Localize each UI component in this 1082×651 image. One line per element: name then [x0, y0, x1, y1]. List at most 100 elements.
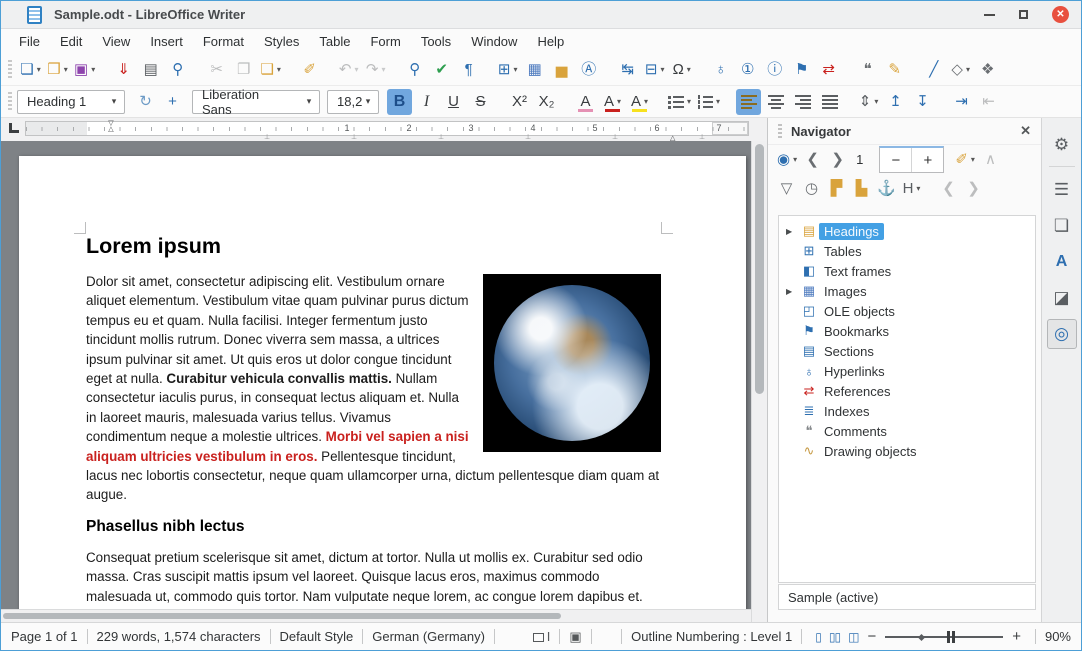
line-spacing-dropdown-arrow[interactable]: ▾	[874, 97, 878, 106]
font-name-combo[interactable]: Liberation Sans	[192, 90, 320, 114]
menu-styles[interactable]: Styles	[254, 31, 309, 52]
navigator-item-bookmarks[interactable]: ⚑Bookmarks	[779, 321, 1035, 341]
insert-special-character-button[interactable]: Ω▾	[669, 57, 694, 83]
insert-image-button[interactable]: ▦	[522, 57, 547, 83]
previous-button[interactable]: ❮	[801, 147, 824, 173]
menu-form[interactable]: Form	[360, 31, 410, 52]
spelling-button[interactable]: ✔	[429, 57, 454, 83]
chevron-down-icon[interactable]	[358, 91, 378, 113]
zoom-out-button[interactable]: −	[862, 628, 881, 645]
font-color-button[interactable]: A▾	[600, 89, 625, 115]
navigator-item-tables[interactable]: ⊞Tables	[779, 241, 1035, 261]
clear-direct-formatting-button[interactable]: A	[573, 89, 598, 115]
align-right-button[interactable]	[790, 89, 815, 115]
ordered-list-button[interactable]: ▾	[695, 89, 722, 115]
insert-line-button[interactable]: ╱	[921, 57, 946, 83]
properties-deck-icon[interactable]: ☰	[1047, 175, 1077, 205]
paragraph-style-combo[interactable]: Heading 1	[17, 90, 125, 114]
drag-mode-button[interactable]: ✐▾	[953, 147, 977, 173]
navigator-item-headings[interactable]: ▶▤Headings	[779, 221, 1035, 241]
insert-field-button[interactable]: ⊟▾	[642, 57, 667, 83]
save-dropdown-arrow[interactable]: ▾	[91, 65, 95, 74]
zoom-in-button[interactable]: +	[1007, 628, 1026, 645]
subscript-button[interactable]: X₂	[534, 89, 559, 115]
navigator-item-text-frames[interactable]: ◧Text frames	[779, 261, 1035, 281]
page-deck-icon[interactable]: ❏	[1047, 211, 1077, 241]
anchor-text-button[interactable]: ⚓	[875, 176, 898, 202]
update-style-button[interactable]: ↻	[133, 89, 158, 115]
paste-button[interactable]: ❑▾	[258, 57, 283, 83]
spin-plus-button[interactable]: +	[912, 148, 943, 172]
increase-paragraph-spacing-button[interactable]: ↥	[883, 89, 908, 115]
navigate-by-button[interactable]: ◉▾	[775, 147, 799, 173]
menu-file[interactable]: File	[9, 31, 50, 52]
footer-button[interactable]: ▙	[850, 176, 873, 202]
zoom-slider[interactable]	[885, 630, 1003, 644]
show-draw-functions-button[interactable]: ❖	[975, 57, 1000, 83]
underline-button[interactable]: U	[441, 89, 466, 115]
menu-tools[interactable]: Tools	[411, 31, 461, 52]
next-button[interactable]: ❯	[826, 147, 849, 173]
close-icon[interactable]: ✕	[1020, 123, 1031, 139]
redo-dropdown-arrow[interactable]: ▾	[381, 65, 385, 74]
increase-indent-button[interactable]: ⇥	[949, 89, 974, 115]
drag-mode-dropdown-arrow[interactable]: ▾	[971, 155, 975, 164]
header-button[interactable]: ▛	[825, 176, 848, 202]
font-color-dropdown-arrow[interactable]: ▾	[617, 97, 621, 106]
styles-deck-icon[interactable]: A	[1047, 247, 1077, 277]
bold-button[interactable]: B	[387, 89, 412, 115]
heading-levels-button[interactable]: H▾	[900, 176, 923, 202]
new-style-button[interactable]: +	[160, 89, 185, 115]
insert-hyperlink-button[interactable]: ♁	[708, 57, 733, 83]
open-file-button[interactable]: ❒▾	[45, 57, 70, 83]
expander-icon[interactable]: ▶	[786, 287, 799, 296]
unordered-list-button[interactable]: ▾	[666, 89, 693, 115]
document-paragraph-1[interactable]: Dolor sit amet, consectetur adipiscing e…	[86, 272, 661, 505]
basic-shapes-button[interactable]: ◇▾	[948, 57, 973, 83]
insert-table-dropdown-arrow[interactable]: ▾	[513, 65, 517, 74]
align-left-button[interactable]	[736, 89, 761, 115]
zoom-slider-thumb[interactable]	[947, 631, 955, 643]
clone-formatting-button[interactable]: ✐	[297, 57, 322, 83]
chevron-down-icon[interactable]	[104, 91, 124, 113]
insert-cross-reference-button[interactable]: ⇄	[816, 57, 841, 83]
panel-grip[interactable]	[778, 124, 782, 138]
toolbar-grip[interactable]	[8, 92, 12, 112]
menu-window[interactable]: Window	[461, 31, 527, 52]
outline-level-status[interactable]: Outline Numbering : Level 1	[631, 629, 792, 644]
document-heading-2[interactable]: Phasellus nibh lectus	[86, 518, 661, 536]
menu-table[interactable]: Table	[309, 31, 360, 52]
navigator-item-sections[interactable]: ▤Sections	[779, 341, 1035, 361]
insert-table-button[interactable]: ⊞▾	[495, 57, 520, 83]
new-document-dropdown-arrow[interactable]: ▾	[37, 65, 41, 74]
close-icon[interactable]: ✕	[1052, 6, 1069, 23]
insert-bookmark-button[interactable]: ⚑	[789, 57, 814, 83]
toolbar-grip[interactable]	[8, 60, 12, 80]
text-language[interactable]: German (Germany)	[372, 629, 485, 644]
navigate-by-dropdown-arrow[interactable]: ▾	[793, 155, 797, 164]
insert-comment-button[interactable]: ❝	[855, 57, 880, 83]
content-filter-button[interactable]: ▽	[775, 176, 798, 202]
navigator-item-indexes[interactable]: ≣Indexes	[779, 401, 1035, 421]
navigator-item-references[interactable]: ⇄References	[779, 381, 1035, 401]
single-page-view-icon[interactable]: ▯	[815, 630, 821, 644]
document-content[interactable]: Lorem ipsum Dolor sit amet, consectetur …	[19, 156, 746, 622]
earth-image[interactable]	[483, 274, 661, 452]
page-count[interactable]: Page 1 of 1	[11, 629, 78, 644]
gallery-deck-icon[interactable]: ◪	[1047, 283, 1077, 313]
multiple-page-view-icon[interactable]: ▯▯	[829, 630, 840, 644]
font-size-combo[interactable]: 18,2	[327, 90, 379, 114]
horizontal-scrollbar[interactable]	[1, 609, 751, 622]
selection-mode-icon[interactable]: I	[533, 629, 551, 644]
insert-text-box-button[interactable]: Ⓐ	[576, 57, 601, 83]
print-preview-button[interactable]: ⚲	[165, 57, 190, 83]
print-button[interactable]: ▤	[138, 57, 163, 83]
vertical-scrollbar[interactable]	[751, 141, 767, 622]
menu-format[interactable]: Format	[193, 31, 254, 52]
track-changes-button[interactable]: ✎	[882, 57, 907, 83]
word-count[interactable]: 229 words, 1,574 characters	[97, 629, 261, 644]
vertical-scrollbar-thumb[interactable]	[755, 144, 764, 394]
navigator-item-comments[interactable]: ❝Comments	[779, 421, 1035, 441]
book-view-icon[interactable]: ◫	[848, 630, 858, 644]
line-spacing-button[interactable]: ⇕▾	[856, 89, 881, 115]
